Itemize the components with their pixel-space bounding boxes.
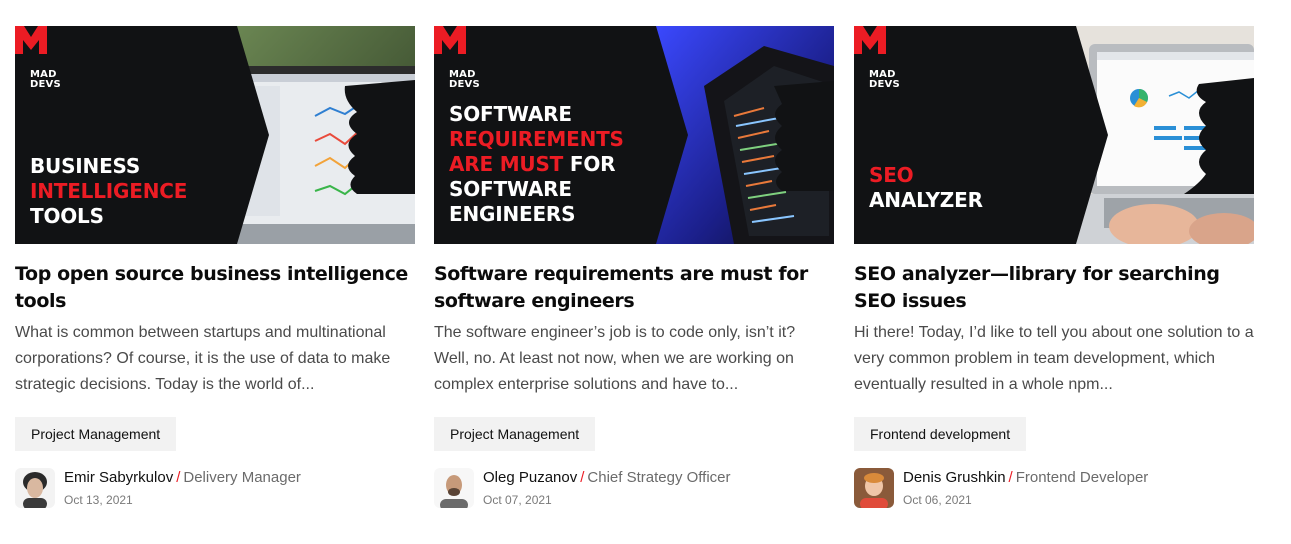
tag-chip[interactable]: Project Management <box>15 417 177 451</box>
author-role: Chief Strategy Officer <box>587 469 731 486</box>
post-card: MAD DEVS SOFTWARE REQUIREMENTS ARE MUST F… <box>434 26 834 508</box>
author-name[interactable]: Emir Sabyrkulov <box>64 469 173 486</box>
cover-title: BUSINESS INTELLIGENCE TOOLS <box>30 154 188 228</box>
author-role: Frontend Developer <box>1015 469 1149 486</box>
post-date: Oct 13, 2021 <box>64 493 133 507</box>
post-title-link[interactable]: SEO analyzer—library for searching SEO i… <box>854 261 1254 315</box>
author-name[interactable]: Denis Grushkin <box>903 469 1006 486</box>
post-title-link[interactable]: Top open source business intelligence to… <box>15 261 415 315</box>
post-title-link[interactable]: Software requirements are must for softw… <box>434 261 834 315</box>
logo-wordmark: MAD DEVS <box>869 69 900 90</box>
author-block: Oleg Puzanov / Chief Strategy Officer Oct … <box>434 468 834 508</box>
cover-title: SOFTWARE REQUIREMENTS ARE MUST FOR SOFTW… <box>449 102 624 226</box>
separator: / <box>1008 469 1013 486</box>
cover-title: SEO ANALYZER <box>869 163 983 212</box>
mad-devs-logo-icon <box>434 26 466 54</box>
person-avatar-icon[interactable] <box>15 468 55 508</box>
post-cover-image[interactable]: MAD DEVS BUSINESS INTELLIGENCE TOOLS <box>15 26 415 244</box>
post-card: MAD DEVS SEO ANALYZER SEO analyzer—librar… <box>854 26 1254 508</box>
post-date: Oct 07, 2021 <box>483 493 552 507</box>
post-cover-image[interactable]: MAD DEVS SEO ANALYZER <box>854 26 1254 244</box>
mad-devs-logo-icon <box>15 26 47 54</box>
author-block: Denis Grushkin / Frontend Developer Oct 06… <box>854 468 1254 508</box>
logo-wordmark: MAD DEVS <box>449 69 480 90</box>
separator: / <box>176 469 181 486</box>
separator: / <box>580 469 585 486</box>
post-excerpt: What is common between startups and mult… <box>15 324 391 393</box>
tag-chip[interactable]: Frontend development <box>854 417 1027 451</box>
post-card: MAD DEVS BUSINESS INTELLIGENCE TOOLS Top … <box>15 26 415 508</box>
author-role: Delivery Manager <box>183 469 301 486</box>
author-name[interactable]: Oleg Puzanov <box>483 469 577 486</box>
logo-wordmark: MAD DEVS <box>30 69 61 90</box>
post-excerpt: The software engineer’s job is to code o… <box>434 324 796 393</box>
author-block: Emir Sabyrkulov / Delivery Manager Oct 13,… <box>15 468 415 508</box>
mad-devs-logo-icon <box>854 26 886 54</box>
person-avatar-icon[interactable] <box>434 468 474 508</box>
post-cover-image[interactable]: MAD DEVS SOFTWARE REQUIREMENTS ARE MUST F… <box>434 26 834 244</box>
post-excerpt: Hi there! Today, I’d like to tell you ab… <box>854 324 1254 393</box>
person-avatar-icon[interactable] <box>854 468 894 508</box>
post-date: Oct 06, 2021 <box>903 493 972 507</box>
tag-chip[interactable]: Project Management <box>434 417 596 451</box>
